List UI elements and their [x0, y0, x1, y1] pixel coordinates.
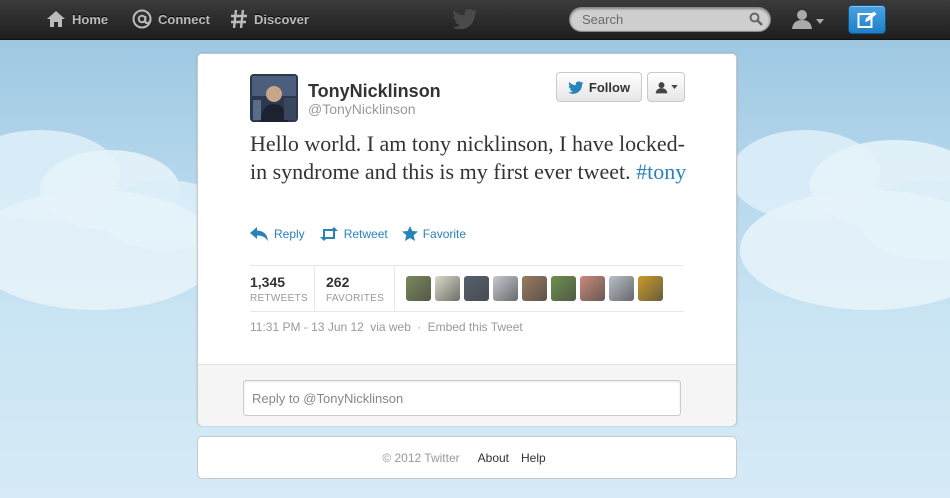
user-screen-name[interactable]: @TonyNicklinson — [308, 101, 416, 117]
retweet-label: Retweet — [343, 226, 388, 241]
copyright: © 2012 Twitter — [382, 450, 460, 465]
user-icon — [655, 81, 668, 94]
footer: © 2012 Twitter About Help — [197, 436, 737, 479]
tweet-metadata: 11:31 PM - 13 Jun 12 via web · Embed thi… — [250, 320, 523, 334]
favorites-count: 262 — [326, 274, 350, 290]
favoriter-avatar[interactable] — [609, 276, 634, 301]
global-nav-bar: Home Connect Discover — [0, 0, 950, 40]
favorites-label: FAVORITES — [326, 293, 385, 304]
search-input[interactable] — [569, 7, 771, 32]
star-icon — [401, 226, 418, 241]
favoriter-avatars — [406, 276, 667, 301]
retweet-icon — [319, 226, 339, 241]
compose-tweet-button[interactable] — [848, 5, 886, 34]
tweet-stats: 1,345 RETWEETS 262 FAVORITES — [250, 265, 684, 312]
favoriter-avatar[interactable] — [551, 276, 576, 301]
tweet-timestamp[interactable]: 11:31 PM - 13 Jun 12 — [250, 320, 364, 334]
nav-discover[interactable]: Discover — [230, 0, 309, 38]
divider — [314, 266, 315, 312]
follow-button-label: Follow — [588, 79, 631, 95]
reply-label: Reply — [274, 226, 305, 241]
reply-box — [198, 364, 736, 426]
favorites-stat[interactable]: 262 FAVORITES — [326, 266, 394, 312]
nav-discover-label: Discover — [254, 11, 309, 27]
nav-connect[interactable]: Connect — [132, 0, 210, 38]
favoriter-avatar[interactable] — [580, 276, 605, 301]
footer-link-help[interactable]: Help — [521, 451, 546, 465]
nav-home[interactable]: Home — [46, 0, 108, 38]
home-icon — [46, 10, 66, 28]
tweet-body: Hello world. I am tony nicklinson, I hav… — [250, 131, 686, 184]
tweet-source: via web — [370, 320, 411, 334]
search-icon[interactable] — [749, 12, 763, 31]
tweet-text: Hello world. I am tony nicklinson, I hav… — [250, 130, 690, 186]
favoriter-avatar[interactable] — [464, 276, 489, 301]
retweets-stat[interactable]: 1,345 RETWEETS — [250, 266, 314, 312]
avatar[interactable] — [250, 74, 298, 122]
twitter-bird-icon — [568, 80, 584, 94]
favoriter-avatar[interactable] — [406, 276, 431, 301]
favoriter-avatar[interactable] — [493, 276, 518, 301]
chevron-down-icon — [816, 19, 824, 24]
favorite-action[interactable]: Favorite — [401, 226, 467, 241]
favoriter-avatar[interactable] — [522, 276, 547, 301]
tweet-card: TonyNicklinson @TonyNicklinson Follow He… — [197, 53, 737, 426]
tweet-actions: Reply Retweet Favorite — [250, 226, 480, 241]
reply-input[interactable] — [243, 380, 681, 416]
hashtag-link[interactable]: #tony — [636, 159, 686, 184]
user-menu-dropdown[interactable] — [791, 9, 824, 34]
user-actions-dropdown[interactable] — [647, 72, 685, 102]
nav-connect-label: Connect — [158, 11, 210, 27]
footer-link-about[interactable]: About — [478, 451, 509, 465]
favoriter-avatar[interactable] — [638, 276, 663, 301]
divider — [394, 266, 395, 312]
favoriter-avatar[interactable] — [435, 276, 460, 301]
user-fullname[interactable]: TonyNicklinson — [308, 81, 441, 102]
reply-action[interactable]: Reply — [250, 226, 305, 241]
at-icon — [132, 9, 152, 29]
user-icon — [791, 9, 813, 34]
nav-home-label: Home — [72, 11, 109, 27]
reply-icon — [250, 226, 269, 241]
follow-button[interactable]: Follow — [556, 72, 642, 102]
chevron-down-icon — [670, 85, 678, 89]
separator: · — [417, 320, 422, 334]
compose-icon — [857, 11, 877, 29]
twitter-bird-icon[interactable] — [452, 9, 478, 34]
retweets-label: RETWEETS — [250, 293, 308, 304]
hash-icon — [230, 9, 248, 29]
retweets-count: 1,345 — [250, 274, 286, 290]
retweet-action[interactable]: Retweet — [319, 226, 388, 241]
embed-tweet-link[interactable]: Embed this Tweet — [428, 320, 523, 334]
favorite-label: Favorite — [422, 226, 467, 241]
